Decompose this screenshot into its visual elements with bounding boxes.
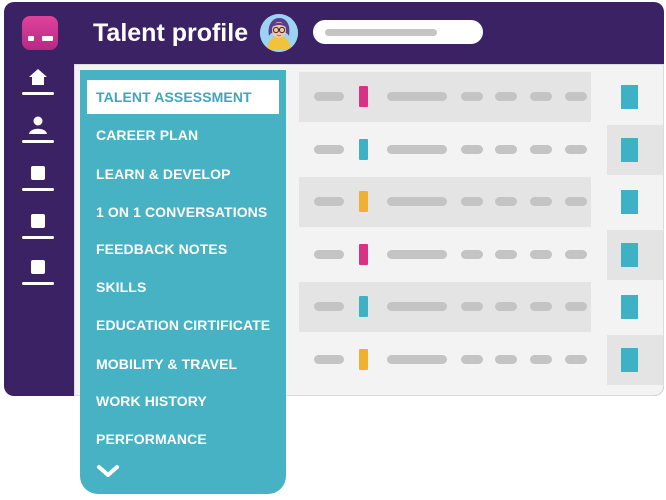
- cell-placeholder: [461, 355, 483, 364]
- cell-placeholder: [461, 250, 483, 259]
- cell-placeholder: [314, 355, 344, 364]
- table-row[interactable]: [299, 177, 591, 227]
- cell-placeholder: [530, 197, 552, 206]
- cell-placeholder: [565, 197, 587, 206]
- table-row[interactable]: [299, 230, 591, 280]
- cell-placeholder: [495, 355, 517, 364]
- row-action-square: [621, 348, 638, 372]
- row-action-square: [621, 243, 638, 267]
- cell-placeholder: [565, 250, 587, 259]
- status-marker: [359, 244, 368, 265]
- status-marker: [359, 139, 368, 160]
- menu-item-performance[interactable]: PERFORMANCE: [96, 429, 207, 449]
- user-icon: [29, 116, 47, 134]
- cell-placeholder: [461, 197, 483, 206]
- cell-placeholder: [314, 92, 344, 101]
- row-action-square: [621, 295, 638, 319]
- table-row[interactable]: [299, 282, 591, 332]
- search-input[interactable]: [313, 20, 483, 44]
- cell-placeholder: [495, 92, 517, 101]
- header-bar: Talent profile: [4, 2, 664, 64]
- avatar[interactable]: [260, 14, 298, 52]
- cell-placeholder: [314, 302, 344, 311]
- status-marker: [359, 191, 368, 212]
- cell-placeholder: [530, 145, 552, 154]
- cell-placeholder: [387, 250, 447, 259]
- cell-placeholder: [530, 250, 552, 259]
- rail-underline: [22, 236, 54, 239]
- row-action[interactable]: [607, 177, 663, 227]
- rail-item-5[interactable]: [20, 254, 56, 294]
- home-icon: [29, 69, 47, 85]
- rail-underline: [22, 282, 54, 285]
- cell-placeholder: [461, 92, 483, 101]
- rail-underline: [22, 140, 54, 143]
- rail-item-home[interactable]: [20, 64, 56, 104]
- cell-placeholder: [387, 145, 447, 154]
- cell-placeholder: [565, 302, 587, 311]
- chevron-down-icon[interactable]: [96, 464, 120, 478]
- row-action[interactable]: [607, 125, 663, 175]
- app-logo[interactable]: [22, 16, 58, 50]
- menu-item-career-plan[interactable]: CAREER PLAN: [96, 125, 198, 145]
- table-row[interactable]: [299, 125, 591, 175]
- cell-placeholder: [530, 92, 552, 101]
- rail-glyph: [28, 212, 48, 230]
- cell-placeholder: [495, 250, 517, 259]
- square-icon: [31, 166, 45, 180]
- cell-placeholder: [565, 145, 587, 154]
- table-row[interactable]: [299, 335, 591, 385]
- status-marker: [359, 296, 368, 317]
- cell-placeholder: [565, 355, 587, 364]
- cell-placeholder: [495, 302, 517, 311]
- cell-placeholder: [495, 145, 517, 154]
- status-marker: [359, 86, 368, 107]
- square-icon: [31, 214, 45, 228]
- rail-underline: [22, 92, 54, 95]
- page-title: Talent profile: [93, 19, 249, 47]
- rail-underline: [22, 188, 54, 191]
- rail-item-4[interactable]: [20, 208, 56, 248]
- status-marker: [359, 349, 368, 370]
- menu-item-skills[interactable]: SKILLS: [96, 277, 146, 297]
- square-icon: [31, 260, 45, 274]
- logo-dot: [28, 36, 34, 41]
- cell-placeholder: [314, 145, 344, 154]
- table-row[interactable]: [299, 72, 591, 122]
- row-action[interactable]: [607, 335, 663, 385]
- cell-placeholder: [387, 197, 447, 206]
- menu-item-talent-assessment[interactable]: TALENT ASSESSMENT: [87, 80, 279, 114]
- cell-placeholder: [461, 302, 483, 311]
- logo-bar: [42, 36, 53, 41]
- menu-item-education-certificate[interactable]: EDUCATION CIRTIFICATE: [96, 315, 270, 335]
- menu-item-1on1-conversations[interactable]: 1 ON 1 CONVERSATIONS: [96, 202, 267, 222]
- cell-placeholder: [314, 250, 344, 259]
- cell-placeholder: [461, 145, 483, 154]
- cell-placeholder: [387, 92, 447, 101]
- rail-glyph: [28, 164, 48, 182]
- rail-item-3[interactable]: [20, 160, 56, 200]
- cell-placeholder: [530, 355, 552, 364]
- menu-item-learn-develop[interactable]: LEARN & DEVELOP: [96, 164, 231, 184]
- row-action[interactable]: [607, 72, 663, 122]
- menu-item-mobility-travel[interactable]: MOBILITY & TRAVEL: [96, 354, 237, 374]
- cell-placeholder: [530, 302, 552, 311]
- row-action[interactable]: [607, 282, 663, 332]
- search-placeholder-bar: [325, 29, 437, 36]
- row-action[interactable]: [607, 230, 663, 280]
- menu-item-work-history[interactable]: WORK HISTORY: [96, 391, 207, 411]
- cell-placeholder: [387, 302, 447, 311]
- row-action-square: [621, 138, 638, 162]
- profile-section-menu: TALENT ASSESSMENT CAREER PLAN LEARN & DE…: [80, 70, 286, 494]
- cell-placeholder: [495, 197, 517, 206]
- rail-item-profile[interactable]: [20, 112, 56, 152]
- cell-placeholder: [565, 92, 587, 101]
- row-action-square: [621, 85, 638, 109]
- menu-item-feedback-notes[interactable]: FEEDBACK NOTES: [96, 239, 227, 259]
- cell-placeholder: [387, 355, 447, 364]
- avatar-person-icon: [260, 14, 298, 52]
- cell-placeholder: [314, 197, 344, 206]
- rail-glyph: [28, 258, 48, 276]
- row-action-square: [621, 190, 638, 214]
